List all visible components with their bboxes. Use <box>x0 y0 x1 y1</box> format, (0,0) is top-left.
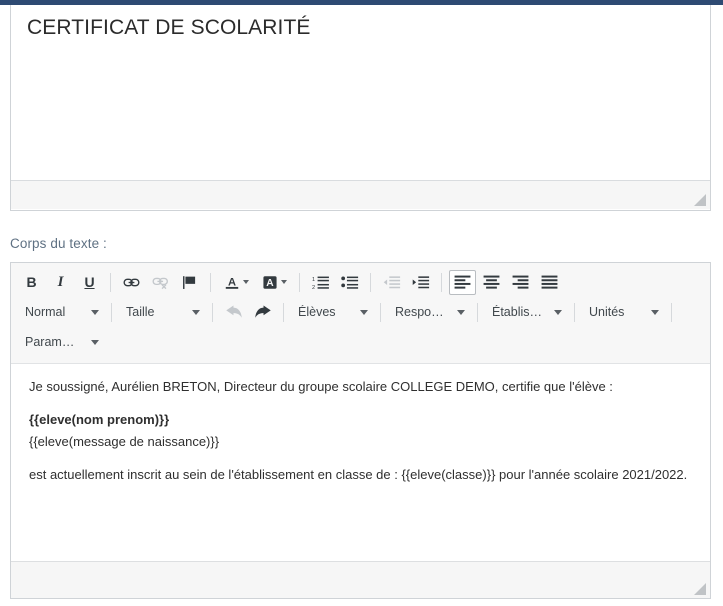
indent-button[interactable] <box>407 270 434 295</box>
toolbar-divider <box>671 302 672 322</box>
merge-field-eleves-select[interactable]: Élèves <box>290 300 374 324</box>
merge-field-parametres-value: Paramèt… <box>25 335 81 349</box>
toolbar-divider <box>212 302 213 322</box>
unordered-list-button[interactable] <box>336 270 363 295</box>
body-field-label: Corps du texte : <box>10 236 107 251</box>
toolbar-row-formatting: B I U A A 1 2 <box>17 267 704 297</box>
align-left-icon <box>454 274 471 290</box>
unlink-icon <box>152 274 169 291</box>
align-center-button[interactable] <box>478 270 505 295</box>
toolbar-divider <box>477 302 478 322</box>
chevron-down-icon <box>651 309 659 315</box>
font-size-value: Taille <box>126 305 155 319</box>
italic-button[interactable]: I <box>47 270 74 295</box>
background-color-icon: A <box>262 274 278 291</box>
chevron-down-icon <box>554 309 562 315</box>
font-color-caret-icon <box>242 280 249 284</box>
align-center-icon <box>483 274 500 290</box>
chevron-down-icon <box>360 309 368 315</box>
title-resize-handle[interactable] <box>693 193 706 206</box>
redo-icon <box>254 304 272 320</box>
merge-field-parametres-select[interactable]: Paramèt… <box>17 330 105 354</box>
font-color-button[interactable]: A <box>218 270 254 295</box>
paragraph-style-value: Normal <box>25 305 66 319</box>
toolbar-row-styles: Normal Taille Élèves Respons Établiss… U… <box>17 297 704 327</box>
paragraph-style-select[interactable]: Normal <box>17 300 105 324</box>
align-left-button[interactable] <box>449 269 476 295</box>
italic-icon: I <box>57 273 64 290</box>
font-color-icon: A <box>224 274 240 291</box>
indent-icon <box>412 274 430 291</box>
toolbar-divider <box>299 272 300 292</box>
svg-text:1: 1 <box>312 277 315 283</box>
undo-icon <box>225 304 243 320</box>
document-title-value: CERTIFICAT DE SCOLARITÉ <box>27 16 311 39</box>
merge-field-responsables-value: Respons… <box>395 305 447 319</box>
toolbar-divider <box>370 272 371 292</box>
ordered-list-icon: 1 2 <box>312 274 330 291</box>
body-paragraph: {{eleve(nom prenom)}} <box>29 412 170 427</box>
bold-button[interactable]: B <box>18 270 45 295</box>
link-icon <box>123 274 140 291</box>
svg-text:2: 2 <box>312 284 315 290</box>
outdent-button[interactable] <box>378 270 405 295</box>
toolbar-divider <box>111 302 112 322</box>
chevron-down-icon <box>457 309 465 315</box>
chevron-down-icon <box>91 339 99 345</box>
font-size-select[interactable]: Taille <box>118 300 206 324</box>
toolbar-divider <box>283 302 284 322</box>
rich-text-editor: B I U A A 1 2 Normal Taille Élèves Respo… <box>10 262 711 599</box>
toolbar-divider <box>210 272 211 292</box>
ordered-list-button[interactable]: 1 2 <box>307 270 334 295</box>
merge-field-etablissement-select[interactable]: Établiss… <box>484 300 568 324</box>
body-paragraph: Je soussigné, Aurélien BRETON, Directeur… <box>29 379 613 394</box>
align-justify-button[interactable] <box>536 270 563 295</box>
toolbar-divider <box>110 272 111 292</box>
align-justify-icon <box>541 274 558 290</box>
toolbar-row-parameters: Paramèt… <box>17 327 704 357</box>
svg-text:A: A <box>266 278 274 289</box>
flag-icon <box>181 274 198 291</box>
toolbar-divider <box>574 302 575 322</box>
editor-content-area[interactable]: Je soussigné, Aurélien BRETON, Directeur… <box>11 364 710 565</box>
background-color-caret-icon <box>280 280 287 284</box>
body-paragraph: {{eleve(message de naissance)}} <box>29 434 220 449</box>
merge-field-eleves-value: Élèves <box>298 305 336 319</box>
merge-field-unites-value: Unités <box>589 305 625 319</box>
title-field-container: CERTIFICAT DE SCOLARITÉ <box>10 5 711 211</box>
background-color-button[interactable]: A <box>256 270 292 295</box>
chevron-down-icon <box>91 309 99 315</box>
underline-icon: U <box>84 274 95 290</box>
remove-link-button[interactable] <box>147 270 174 295</box>
outdent-icon <box>383 274 401 291</box>
merge-field-etablissement-value: Établiss… <box>492 305 544 319</box>
merge-field-unites-select[interactable]: Unités <box>581 300 665 324</box>
chevron-down-icon <box>192 309 200 315</box>
svg-text:A: A <box>227 276 235 288</box>
title-field-footer <box>11 180 710 209</box>
toolbar-divider <box>380 302 381 322</box>
body-paragraph: est actuellement inscrit au sein de l'ét… <box>29 467 688 482</box>
redo-button[interactable] <box>249 300 276 325</box>
unordered-list-icon <box>340 274 359 291</box>
undo-button[interactable] <box>220 300 247 325</box>
toolbar-divider <box>441 272 442 292</box>
bold-icon: B <box>26 274 37 290</box>
insert-link-button[interactable] <box>118 270 145 295</box>
align-right-button[interactable] <box>507 270 534 295</box>
editor-resize-handle[interactable] <box>693 582 706 595</box>
align-right-icon <box>512 274 529 290</box>
editor-toolbar: B I U A A 1 2 Normal Taille Élèves Respo… <box>11 263 710 364</box>
anchor-flag-button[interactable] <box>176 270 203 295</box>
merge-field-responsables-select[interactable]: Respons… <box>387 300 471 324</box>
document-title-input[interactable]: CERTIFICAT DE SCOLARITÉ <box>11 5 710 180</box>
editor-footer <box>11 561 710 598</box>
underline-button[interactable]: U <box>76 270 103 295</box>
